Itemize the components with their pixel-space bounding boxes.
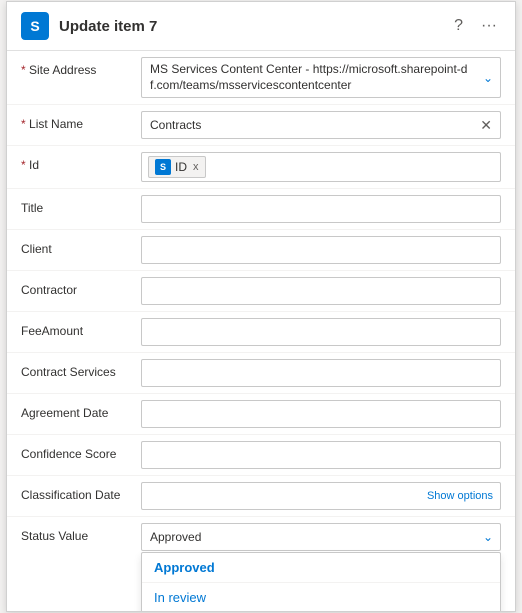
help-button[interactable]: ?: [450, 15, 467, 37]
dropdown-item-in-review[interactable]: In review: [142, 583, 500, 611]
list-name-wrap[interactable]: Contracts ✕: [141, 111, 501, 139]
dropdown-item-approved[interactable]: Approved: [142, 553, 500, 583]
id-tag-icon: S: [155, 159, 171, 175]
contract-services-label: Contract Services: [21, 359, 141, 379]
form-body: Site Address MS Services Content Center …: [7, 51, 515, 611]
status-selected-value: Approved: [150, 530, 201, 544]
status-dropdown-popup: Approved In review New Rejected Enter cu…: [141, 552, 501, 611]
contractor-row: Contractor: [7, 271, 515, 312]
client-row: Client: [7, 230, 515, 271]
status-value-select[interactable]: Approved: [141, 523, 501, 551]
header-actions: ? ···: [450, 15, 501, 37]
list-name-row: List Name Contracts ✕: [7, 105, 515, 146]
title-input[interactable]: [141, 195, 501, 223]
show-options-button[interactable]: Show options: [427, 490, 493, 502]
confidence-score-input[interactable]: [141, 441, 501, 469]
status-value-dropdown-wrap: Approved ⌄ Approved In review New Reject…: [141, 523, 501, 611]
id-label: Id: [21, 152, 141, 172]
confidence-score-row: Confidence Score: [7, 435, 515, 476]
classification-date-label: Classification Date: [21, 482, 141, 502]
classification-date-row: Classification Date Show options: [7, 476, 515, 517]
site-address-label: Site Address: [21, 57, 141, 77]
contractor-input[interactable]: [141, 277, 501, 305]
app-icon: S: [21, 12, 49, 40]
update-item-panel: S Update item 7 ? ··· Site Address MS Se…: [6, 1, 516, 612]
agreement-date-row: Agreement Date: [7, 394, 515, 435]
site-address-value: MS Services Content Center - https://mic…: [150, 62, 472, 93]
contract-services-input[interactable]: [141, 359, 501, 387]
status-value-label: Status Value: [21, 523, 141, 543]
status-value-row: Status Value Approved ⌄ Approved In revi…: [7, 517, 515, 611]
fee-amount-input[interactable]: [141, 318, 501, 346]
id-row: Id S ID x: [7, 146, 515, 189]
list-name-label: List Name: [21, 111, 141, 131]
site-address-row: Site Address MS Services Content Center …: [7, 51, 515, 105]
client-input[interactable]: [141, 236, 501, 264]
title-label: Title: [21, 195, 141, 215]
agreement-date-input[interactable]: [141, 400, 501, 428]
list-name-clear-button[interactable]: ✕: [480, 117, 492, 134]
panel-title: Update item 7: [59, 18, 450, 35]
agreement-date-label: Agreement Date: [21, 400, 141, 420]
confidence-score-label: Confidence Score: [21, 441, 141, 461]
site-address-dropdown-wrap: MS Services Content Center - https://mic…: [141, 57, 501, 98]
client-label: Client: [21, 236, 141, 256]
id-tag-text: ID: [175, 160, 187, 174]
id-tag: S ID x: [148, 156, 206, 178]
more-button[interactable]: ···: [477, 15, 501, 37]
contract-services-row: Contract Services: [7, 353, 515, 394]
list-name-value: Contracts: [150, 118, 480, 132]
panel-header: S Update item 7 ? ···: [7, 2, 515, 51]
site-address-input[interactable]: MS Services Content Center - https://mic…: [141, 57, 501, 98]
fee-amount-row: FeeAmount: [7, 312, 515, 353]
id-input-wrap[interactable]: S ID x: [141, 152, 501, 182]
contractor-label: Contractor: [21, 277, 141, 297]
fee-amount-label: FeeAmount: [21, 318, 141, 338]
title-row: Title: [7, 189, 515, 230]
id-tag-remove-button[interactable]: x: [193, 161, 199, 173]
